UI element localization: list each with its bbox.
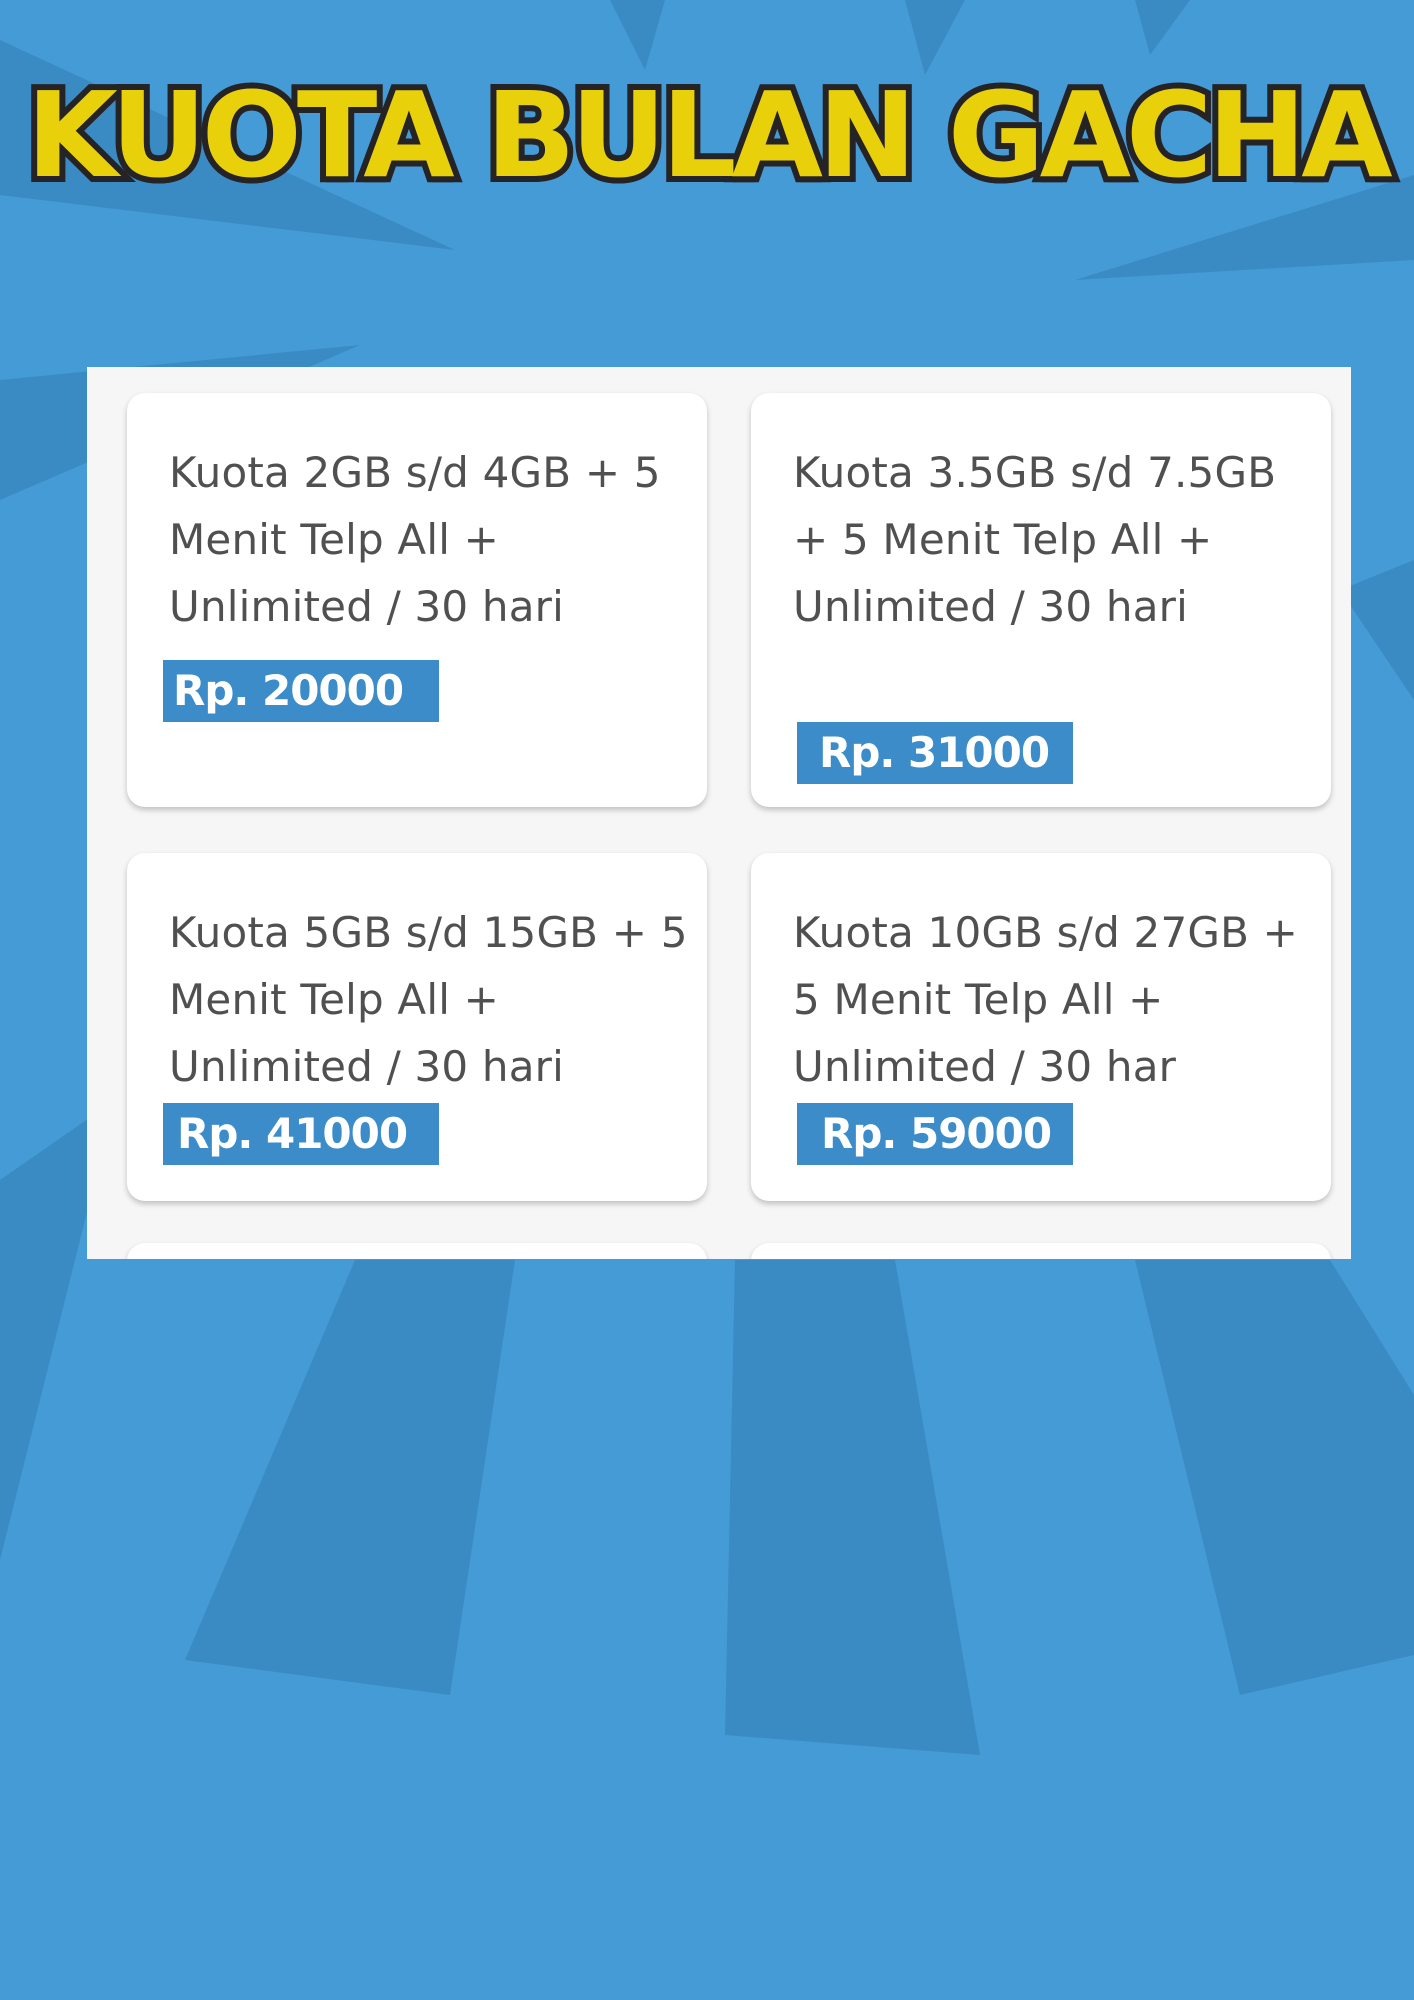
package-card-6[interactable] <box>751 1243 1331 1259</box>
package-card-4[interactable]: Kuota 10GB s/d 27GB + 5 Menit Telp All +… <box>751 853 1331 1201</box>
package-description: Kuota 10GB s/d 27GB + 5 Menit Telp All +… <box>793 908 1299 1091</box>
package-card-2[interactable]: Kuota 3.5GB s/d 7.5GB + 5 Menit Telp All… <box>751 393 1331 807</box>
price-tag: Rp. 41000 <box>163 1103 439 1165</box>
package-description: Kuota 3.5GB s/d 7.5GB + 5 Menit Telp All… <box>793 448 1277 631</box>
price-tag: Rp. 59000 <box>797 1103 1073 1165</box>
package-description: Kuota 2GB s/d 4GB + 5 Menit Telp All + U… <box>169 448 661 631</box>
package-list: Kuota 2GB s/d 4GB + 5 Menit Telp All + U… <box>87 367 1351 1259</box>
page-title: KUOTA BULAN GACHA <box>20 60 1398 210</box>
package-card-1[interactable]: Kuota 2GB s/d 4GB + 5 Menit Telp All + U… <box>127 393 707 807</box>
package-description: Kuota 5GB s/d 15GB + 5 Menit Telp All + … <box>169 908 688 1091</box>
price-tag: Rp. 31000 <box>797 722 1073 784</box>
package-card-3[interactable]: Kuota 5GB s/d 15GB + 5 Menit Telp All + … <box>127 853 707 1201</box>
price-tag: Rp. 20000 <box>163 660 439 722</box>
package-card-5[interactable] <box>127 1243 707 1259</box>
